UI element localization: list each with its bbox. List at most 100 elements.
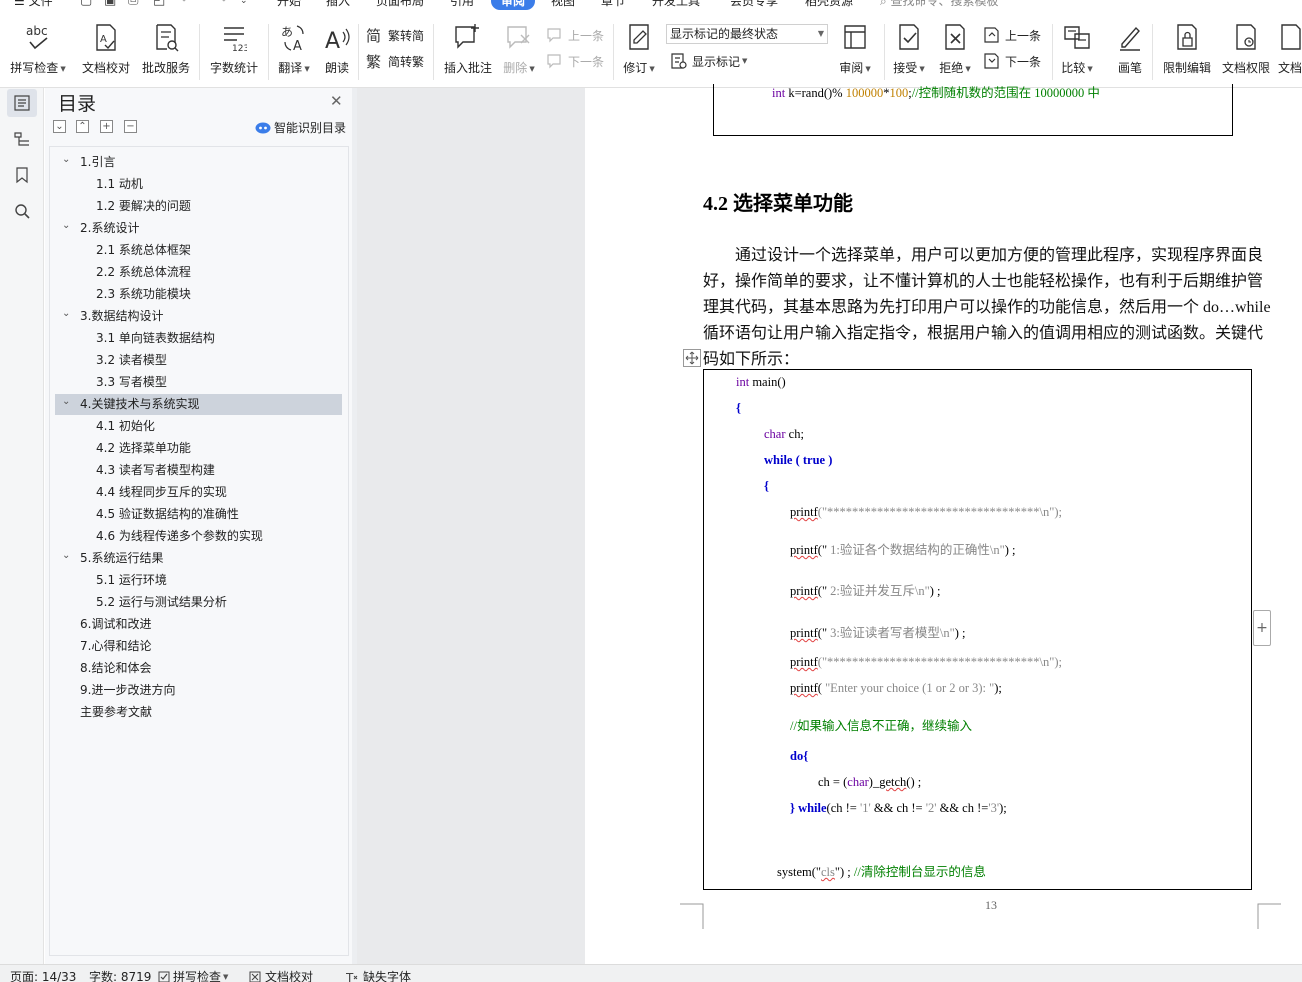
separator	[1052, 24, 1053, 80]
quick-access-dropdown-icon[interactable]: ⌄	[240, 0, 248, 10]
redo-icon[interactable]: ↷	[216, 0, 227, 10]
export-pdf-icon[interactable]: ▣	[104, 0, 116, 10]
trad-to-simp-button[interactable]: 简繁转简	[366, 25, 424, 45]
toc-item[interactable]: 8.结论和体会	[55, 658, 342, 679]
tab-developer[interactable]: 开发工具	[652, 0, 700, 10]
read-aloud-button[interactable]: A 朗读	[320, 20, 354, 84]
toc-item[interactable]: 3.3 写者模型	[55, 372, 342, 393]
toc-item[interactable]: 4.5 验证数据结构的准确性	[55, 504, 342, 525]
toc-item[interactable]: ⌄ 3.数据结构设计	[55, 306, 342, 327]
document-icon	[1278, 20, 1302, 52]
status-missing-font[interactable]: T 缺失字体	[346, 968, 411, 982]
toc-item-label: 2.系统设计	[80, 221, 140, 235]
track-changes-button[interactable]: 修订 ▼	[620, 20, 658, 84]
tab-view[interactable]: 视图	[551, 0, 575, 10]
revise-service-button[interactable]: 批改服务	[140, 20, 192, 84]
add-heading-icon[interactable]: +	[100, 120, 113, 133]
toc-tree: ⌄ 1.引言 1.1 动机 1.2 要解决的问题 ⌄ 2.系统设计 2.1 系统总体框架 2.…	[49, 146, 349, 956]
status-spell-check[interactable]: 拼写检查 ▼	[158, 968, 228, 982]
toc-item[interactable]: 4.6 为线程传递多个参数的实现	[55, 526, 342, 547]
wps-writer-window: ☰ 文件 ▢ ▣ ⎙ ◰ ↶ ↷ ⌄ 开始 插入 页面布局 引用 审阅 视图 章…	[0, 0, 1302, 982]
toc-item[interactable]: 2.2 系统总体流程	[55, 262, 342, 283]
toc-item[interactable]: ⌄ 1.引言	[55, 152, 342, 173]
prev-comment-button[interactable]: 上一条	[546, 25, 604, 45]
toc-item[interactable]: 7.心得和结论	[55, 636, 342, 657]
toc-item[interactable]: 4.4 线程同步互斥的实现	[55, 482, 342, 503]
save-icon[interactable]: ▢	[80, 0, 92, 10]
margin-corner-mark	[1257, 903, 1281, 929]
add-column-icon[interactable]: +	[1253, 610, 1271, 646]
toc-item[interactable]: 5.2 运行与测试结果分析	[55, 592, 342, 613]
tab-review[interactable]: 审阅	[491, 0, 536, 10]
print-icon[interactable]: ⎙	[128, 0, 138, 10]
toc-item[interactable]: 1.1 动机	[55, 174, 342, 195]
expand-up-icon[interactable]: ⌃	[76, 120, 89, 133]
insert-comment-button[interactable]: 插入批注	[440, 20, 496, 84]
toc-item[interactable]: 3.1 单向链表数据结构	[55, 328, 342, 349]
translate-button[interactable]: あA 翻译 ▼	[274, 20, 314, 84]
file-menu[interactable]: ☰ 文件	[14, 0, 53, 10]
toc-item[interactable]: 6.调试和改进	[55, 614, 342, 635]
preview-icon[interactable]: ◰	[153, 0, 165, 10]
document-cut-button[interactable]: 文档	[1278, 20, 1302, 84]
bookmark-icon[interactable]	[7, 161, 37, 189]
toc-item[interactable]: 4.2 选择菜单功能	[55, 438, 342, 459]
expand-chevron-icon[interactable]: ⌄	[62, 303, 72, 324]
compare-button[interactable]: 比较 ▼	[1058, 20, 1096, 84]
document-permission-icon	[1233, 20, 1259, 52]
toc-item[interactable]: ⌄ 4.关键技术与系统实现	[55, 394, 342, 415]
undo-icon[interactable]: ↶	[181, 0, 192, 10]
expand-chevron-icon[interactable]: ⌄	[62, 391, 72, 412]
simp-to-trad-button[interactable]: 繁简转繁	[366, 51, 424, 71]
expand-chevron-icon[interactable]: ⌄	[62, 149, 72, 170]
accept-button[interactable]: 接受 ▼	[890, 20, 928, 84]
close-icon[interactable]: ✕	[330, 92, 343, 110]
toc-item[interactable]: 4.1 初始化	[55, 416, 342, 437]
pen-button[interactable]: 画笔	[1112, 20, 1148, 84]
restrict-edit-button[interactable]: 限制编辑	[1160, 20, 1214, 84]
expand-chevron-icon[interactable]: ⌄	[62, 545, 72, 566]
toc-item[interactable]: 9.进一步改进方向	[55, 680, 342, 701]
tab-docer-resources[interactable]: 稻壳资源	[805, 0, 853, 10]
reject-button[interactable]: 拒绝 ▼	[936, 20, 974, 84]
tab-insert[interactable]: 插入	[326, 0, 350, 10]
toc-item[interactable]: ⌄ 2.系统设计	[55, 218, 342, 239]
show-markup-button[interactable]: 显示标记 ▼	[670, 51, 747, 71]
expand-chevron-icon[interactable]: ⌄	[62, 215, 72, 236]
toc-item[interactable]: 2.1 系统总体框架	[55, 240, 342, 261]
word-count-button[interactable]: 123 字数统计	[206, 20, 262, 84]
tab-membership[interactable]: 会员专享	[730, 0, 778, 10]
toc-item[interactable]: 主要参考文献	[55, 702, 342, 723]
spell-check-button[interactable]: abc 拼写检查 ▼	[10, 20, 66, 84]
tab-page-layout[interactable]: 页面布局	[376, 0, 424, 10]
move-handle-icon[interactable]	[683, 349, 701, 367]
next-comment-button[interactable]: 下一条	[546, 51, 604, 71]
toc-item[interactable]: 4.3 读者写者模型构建	[55, 460, 342, 481]
collapse-all-icon[interactable]: ⌄	[53, 120, 66, 133]
tab-chapter[interactable]: 章节	[601, 0, 625, 10]
prev-change-button[interactable]: 上一条	[983, 25, 1041, 45]
trad-to-simp-icon: 简	[366, 27, 381, 44]
review-pane-button[interactable]: 审阅 ▼	[836, 20, 874, 84]
remove-heading-icon[interactable]: −	[124, 120, 137, 133]
search-icon[interactable]	[7, 197, 37, 225]
toc-panel-icon[interactable]	[7, 89, 37, 117]
next-change-button[interactable]: 下一条	[983, 51, 1041, 71]
doc-proof-button[interactable]: A 文档校对	[80, 20, 132, 84]
toc-item[interactable]: 5.1 运行环境	[55, 570, 342, 591]
status-doc-proof[interactable]: 文档校对	[249, 968, 313, 982]
tab-home[interactable]: 开始	[277, 0, 301, 10]
tab-references[interactable]: 引用	[450, 0, 474, 10]
word-count-indicator[interactable]: 字数: 8719	[89, 968, 151, 982]
markup-state-select[interactable]: 显示标记的最终状态 ▼	[666, 24, 828, 44]
outline-icon[interactable]	[7, 125, 37, 153]
delete-comment-button[interactable]: 删除 ▼	[500, 20, 538, 84]
toc-item[interactable]: 1.2 要解决的问题	[55, 196, 342, 217]
toc-item[interactable]: ⌄ 5.系统运行结果	[55, 548, 342, 569]
page-indicator[interactable]: 页面: 14/33	[10, 968, 76, 982]
toc-item[interactable]: 2.3 系统功能模块	[55, 284, 342, 305]
doc-permission-button[interactable]: 文档权限	[1220, 20, 1272, 84]
command-search[interactable]: ⌕ 查找命令、搜索模板	[880, 0, 999, 10]
toc-item[interactable]: 3.2 读者模型	[55, 350, 342, 371]
smart-toc-button[interactable]: 智能识别目录	[255, 119, 346, 136]
